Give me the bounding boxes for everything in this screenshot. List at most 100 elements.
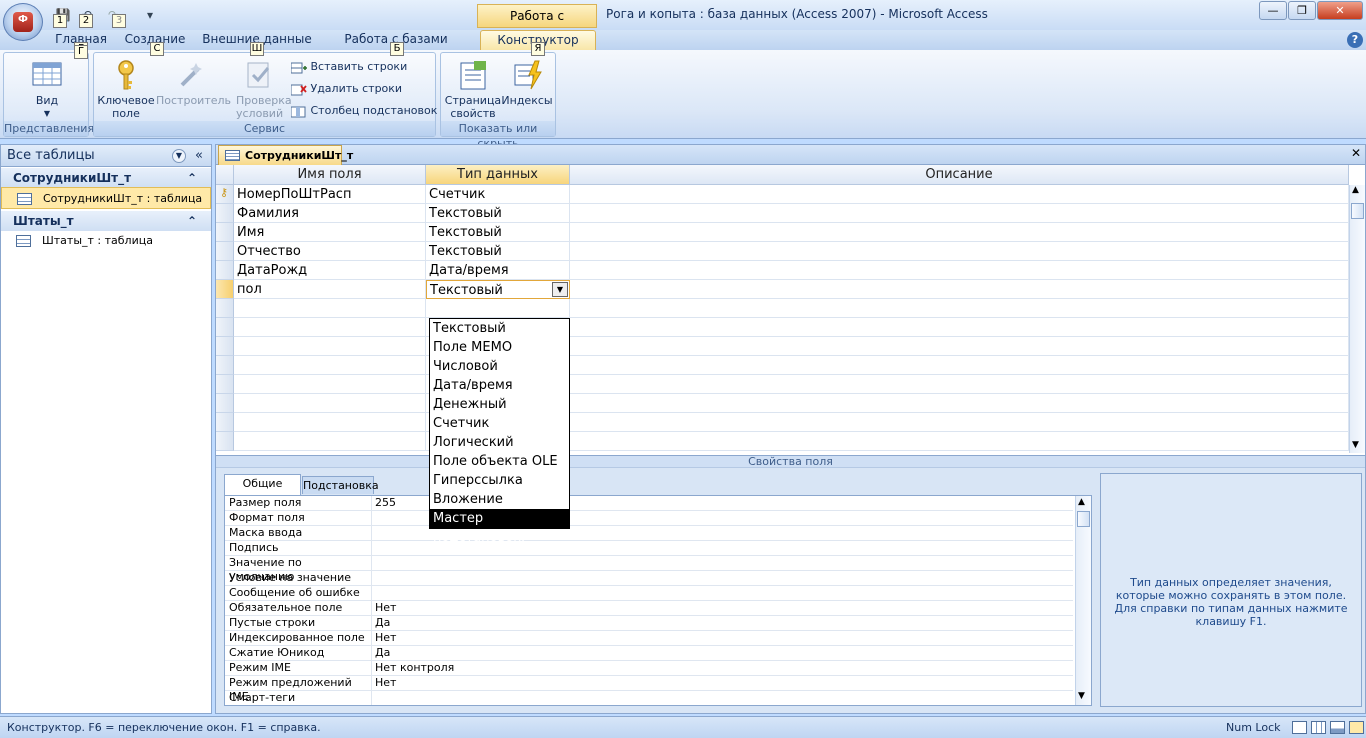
row-selector[interactable] xyxy=(216,223,234,242)
property-row[interactable]: Маска ввода xyxy=(225,526,1073,541)
property-row[interactable]: Индексированное поле Нет xyxy=(225,631,1073,646)
datasheet-view-icon[interactable] xyxy=(1292,721,1307,734)
field-name-cell[interactable] xyxy=(234,432,426,451)
property-row[interactable]: Режим предложений IME Нет xyxy=(225,676,1073,703)
nav-pane-header[interactable]: Все таблицы ▼ « xyxy=(1,145,211,167)
property-value[interactable]: Нет xyxy=(371,676,1071,691)
property-value[interactable]: Да xyxy=(371,616,1071,631)
dropdown-option[interactable]: Логический xyxy=(430,433,569,452)
builder-button[interactable]: Построитель xyxy=(156,59,231,107)
description-cell[interactable] xyxy=(570,337,1349,356)
property-value[interactable]: Да xyxy=(371,646,1071,661)
grid-scrollbar[interactable]: ▲ ▼ xyxy=(1349,185,1365,453)
property-value[interactable]: Нет xyxy=(371,601,1071,616)
design-view-icon[interactable] xyxy=(1349,721,1364,734)
field-name-cell[interactable]: ДатаРожд xyxy=(234,261,426,280)
tab-lookup[interactable]: Подстановка xyxy=(302,476,379,494)
property-row[interactable]: Формат поля xyxy=(225,511,1073,526)
description-cell[interactable] xyxy=(570,185,1349,204)
field-name-cell[interactable] xyxy=(234,318,426,337)
nav-group-employees[interactable]: СотрудникиШт_т ⌃ xyxy=(1,168,211,188)
collapse-group-icon[interactable]: ⌃ xyxy=(187,168,197,188)
test-rules-button[interactable]: Проверка условий xyxy=(228,59,292,120)
close-document-icon[interactable]: ✕ xyxy=(1349,146,1363,160)
field-name-cell[interactable] xyxy=(234,375,426,394)
field-name-cell[interactable] xyxy=(234,337,426,356)
row-selector[interactable] xyxy=(216,394,234,413)
description-cell[interactable] xyxy=(570,280,1349,299)
property-row[interactable]: Режим IME Нет контроля xyxy=(225,661,1073,676)
data-type-dropdown-button[interactable]: ▼ xyxy=(552,282,568,297)
data-type-cell[interactable]: Текстовый xyxy=(426,242,570,261)
property-row[interactable]: Подпись xyxy=(225,541,1073,556)
property-row[interactable]: Размер поля 255 xyxy=(225,496,1073,511)
description-cell[interactable] xyxy=(570,204,1349,223)
field-name-cell[interactable] xyxy=(234,394,426,413)
property-row[interactable]: Значение по умолчанию xyxy=(225,556,1073,583)
field-name-cell[interactable]: Имя xyxy=(234,223,426,242)
description-cell[interactable] xyxy=(570,432,1349,451)
scroll-thumb[interactable] xyxy=(1077,511,1090,527)
field-name-cell[interactable]: пол xyxy=(234,280,426,299)
description-cell[interactable] xyxy=(570,318,1349,337)
row-selector[interactable] xyxy=(216,375,234,394)
property-value[interactable]: Нет контроля xyxy=(371,661,1071,676)
row-selector[interactable] xyxy=(216,280,234,299)
field-name-cell[interactable] xyxy=(234,413,426,432)
scroll-up-icon[interactable]: ▲ xyxy=(1352,185,1359,195)
property-row[interactable]: Смарт-теги xyxy=(225,691,1073,705)
help-icon[interactable]: ? xyxy=(1347,32,1363,48)
row-selector[interactable] xyxy=(216,242,234,261)
data-type-cell[interactable]: Текстовый xyxy=(426,223,570,242)
property-value[interactable] xyxy=(371,586,1071,601)
data-type-cell[interactable]: Счетчик xyxy=(426,185,570,204)
property-row[interactable]: Сжатие Юникод Да xyxy=(225,646,1073,661)
field-name-cell[interactable]: НомерПоШтРасп xyxy=(234,185,426,204)
view-button[interactable]: Вид ▼ xyxy=(12,59,82,120)
property-value[interactable]: Нет xyxy=(371,631,1071,646)
column-header-field-name[interactable]: Имя поля xyxy=(234,165,426,185)
indexes-button[interactable]: Индексы xyxy=(501,59,553,107)
field-name-cell[interactable]: Фамилия xyxy=(234,204,426,223)
description-cell[interactable] xyxy=(570,375,1349,394)
data-type-cell[interactable]: Дата/время xyxy=(426,261,570,280)
row-selector[interactable] xyxy=(216,337,234,356)
column-header-data-type[interactable]: Тип данных xyxy=(426,165,570,185)
dropdown-option[interactable]: Вложение xyxy=(430,490,569,509)
description-cell[interactable] xyxy=(570,261,1349,280)
field-name-cell[interactable]: Отчество xyxy=(234,242,426,261)
grid-corner[interactable] xyxy=(216,165,234,185)
properties-scrollbar[interactable]: ▲ ▼ xyxy=(1075,496,1091,705)
property-value[interactable] xyxy=(371,571,1071,586)
row-selector[interactable] xyxy=(216,318,234,337)
property-row[interactable]: Условие на значение xyxy=(225,571,1073,586)
scroll-down-icon[interactable]: ▼ xyxy=(1352,440,1359,450)
description-cell[interactable] xyxy=(570,242,1349,261)
row-selector[interactable] xyxy=(216,261,234,280)
row-selector[interactable] xyxy=(216,356,234,375)
column-header-description[interactable]: Описание xyxy=(570,165,1349,185)
primary-key-button[interactable]: Ключевое поле xyxy=(96,59,156,120)
description-cell[interactable] xyxy=(570,413,1349,432)
collapse-pane-icon[interactable]: « xyxy=(191,145,207,166)
dropdown-option[interactable]: Поле объекта OLE xyxy=(430,452,569,471)
dropdown-option[interactable]: Мастер подстановок. xyxy=(430,509,569,545)
data-type-cell[interactable]: Текстовый ▼ xyxy=(426,280,570,299)
property-row[interactable]: Пустые строки Да xyxy=(225,616,1073,631)
insert-rows-button[interactable]: Вставить строки xyxy=(290,57,407,77)
data-type-dropdown-list[interactable]: Текстовый Поле MEMO Числовой Дата/время Дене… xyxy=(429,318,570,545)
row-selector[interactable]: ⚷ xyxy=(216,185,234,204)
scroll-down-icon[interactable]: ▼ xyxy=(1078,691,1085,701)
collapse-group-icon[interactable]: ⌃ xyxy=(187,211,197,231)
description-cell[interactable] xyxy=(570,356,1349,375)
dropdown-option[interactable]: Текстовый xyxy=(430,319,569,338)
document-tab[interactable]: СотрудникиШт_т xyxy=(218,145,353,165)
close-button[interactable]: ✕ xyxy=(1317,1,1363,20)
pivot-table-view-icon[interactable] xyxy=(1311,721,1326,734)
lookup-column-button[interactable]: Столбец подстановок xyxy=(290,101,437,121)
pivot-chart-view-icon[interactable] xyxy=(1330,721,1345,734)
property-value[interactable] xyxy=(371,556,1071,571)
data-type-cell[interactable]: Текстовый xyxy=(426,204,570,223)
scroll-up-icon[interactable]: ▲ xyxy=(1078,497,1085,507)
field-name-cell[interactable] xyxy=(234,299,426,318)
